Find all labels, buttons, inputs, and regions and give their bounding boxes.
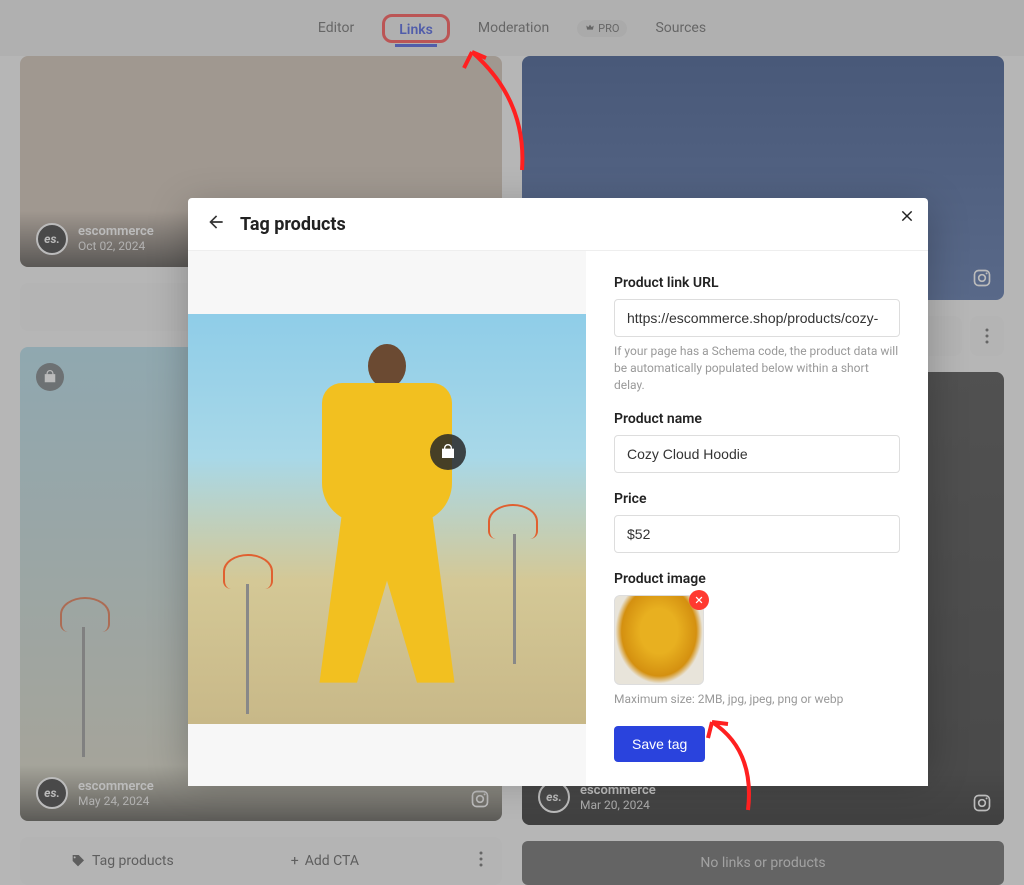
remove-image-button[interactable] <box>689 590 709 610</box>
modal-body: Product link URL If your page has a Sche… <box>188 251 928 786</box>
product-name-input[interactable] <box>614 435 900 473</box>
image-label: Product image <box>614 571 900 587</box>
url-label: Product link URL <box>614 275 900 291</box>
modal-preview <box>188 251 586 786</box>
product-hotspot[interactable] <box>430 434 466 470</box>
bag-icon <box>440 444 456 460</box>
price-label: Price <box>614 491 900 507</box>
tag-products-modal: Tag products Product link URL <box>188 198 928 768</box>
close-icon <box>900 209 914 223</box>
thumbnail-image <box>615 596 703 684</box>
image-help: Maximum size: 2MB, jpg, jpeg, png or web… <box>614 691 900 708</box>
modal-header: Tag products <box>188 198 928 251</box>
modal-title: Tag products <box>240 214 346 235</box>
product-price-input[interactable] <box>614 515 900 553</box>
product-url-input[interactable] <box>614 299 900 337</box>
modal-form: Product link URL If your page has a Sche… <box>586 251 928 786</box>
save-tag-button[interactable]: Save tag <box>614 726 705 762</box>
name-label: Product name <box>614 411 900 427</box>
preview-image[interactable] <box>188 314 586 724</box>
back-button[interactable] <box>206 212 226 236</box>
close-button[interactable] <box>900 208 914 227</box>
product-image-thumb[interactable] <box>614 595 704 685</box>
url-help: If your page has a Schema code, the prod… <box>614 343 900 393</box>
close-icon <box>694 595 704 605</box>
arrow-left-icon <box>206 212 226 232</box>
